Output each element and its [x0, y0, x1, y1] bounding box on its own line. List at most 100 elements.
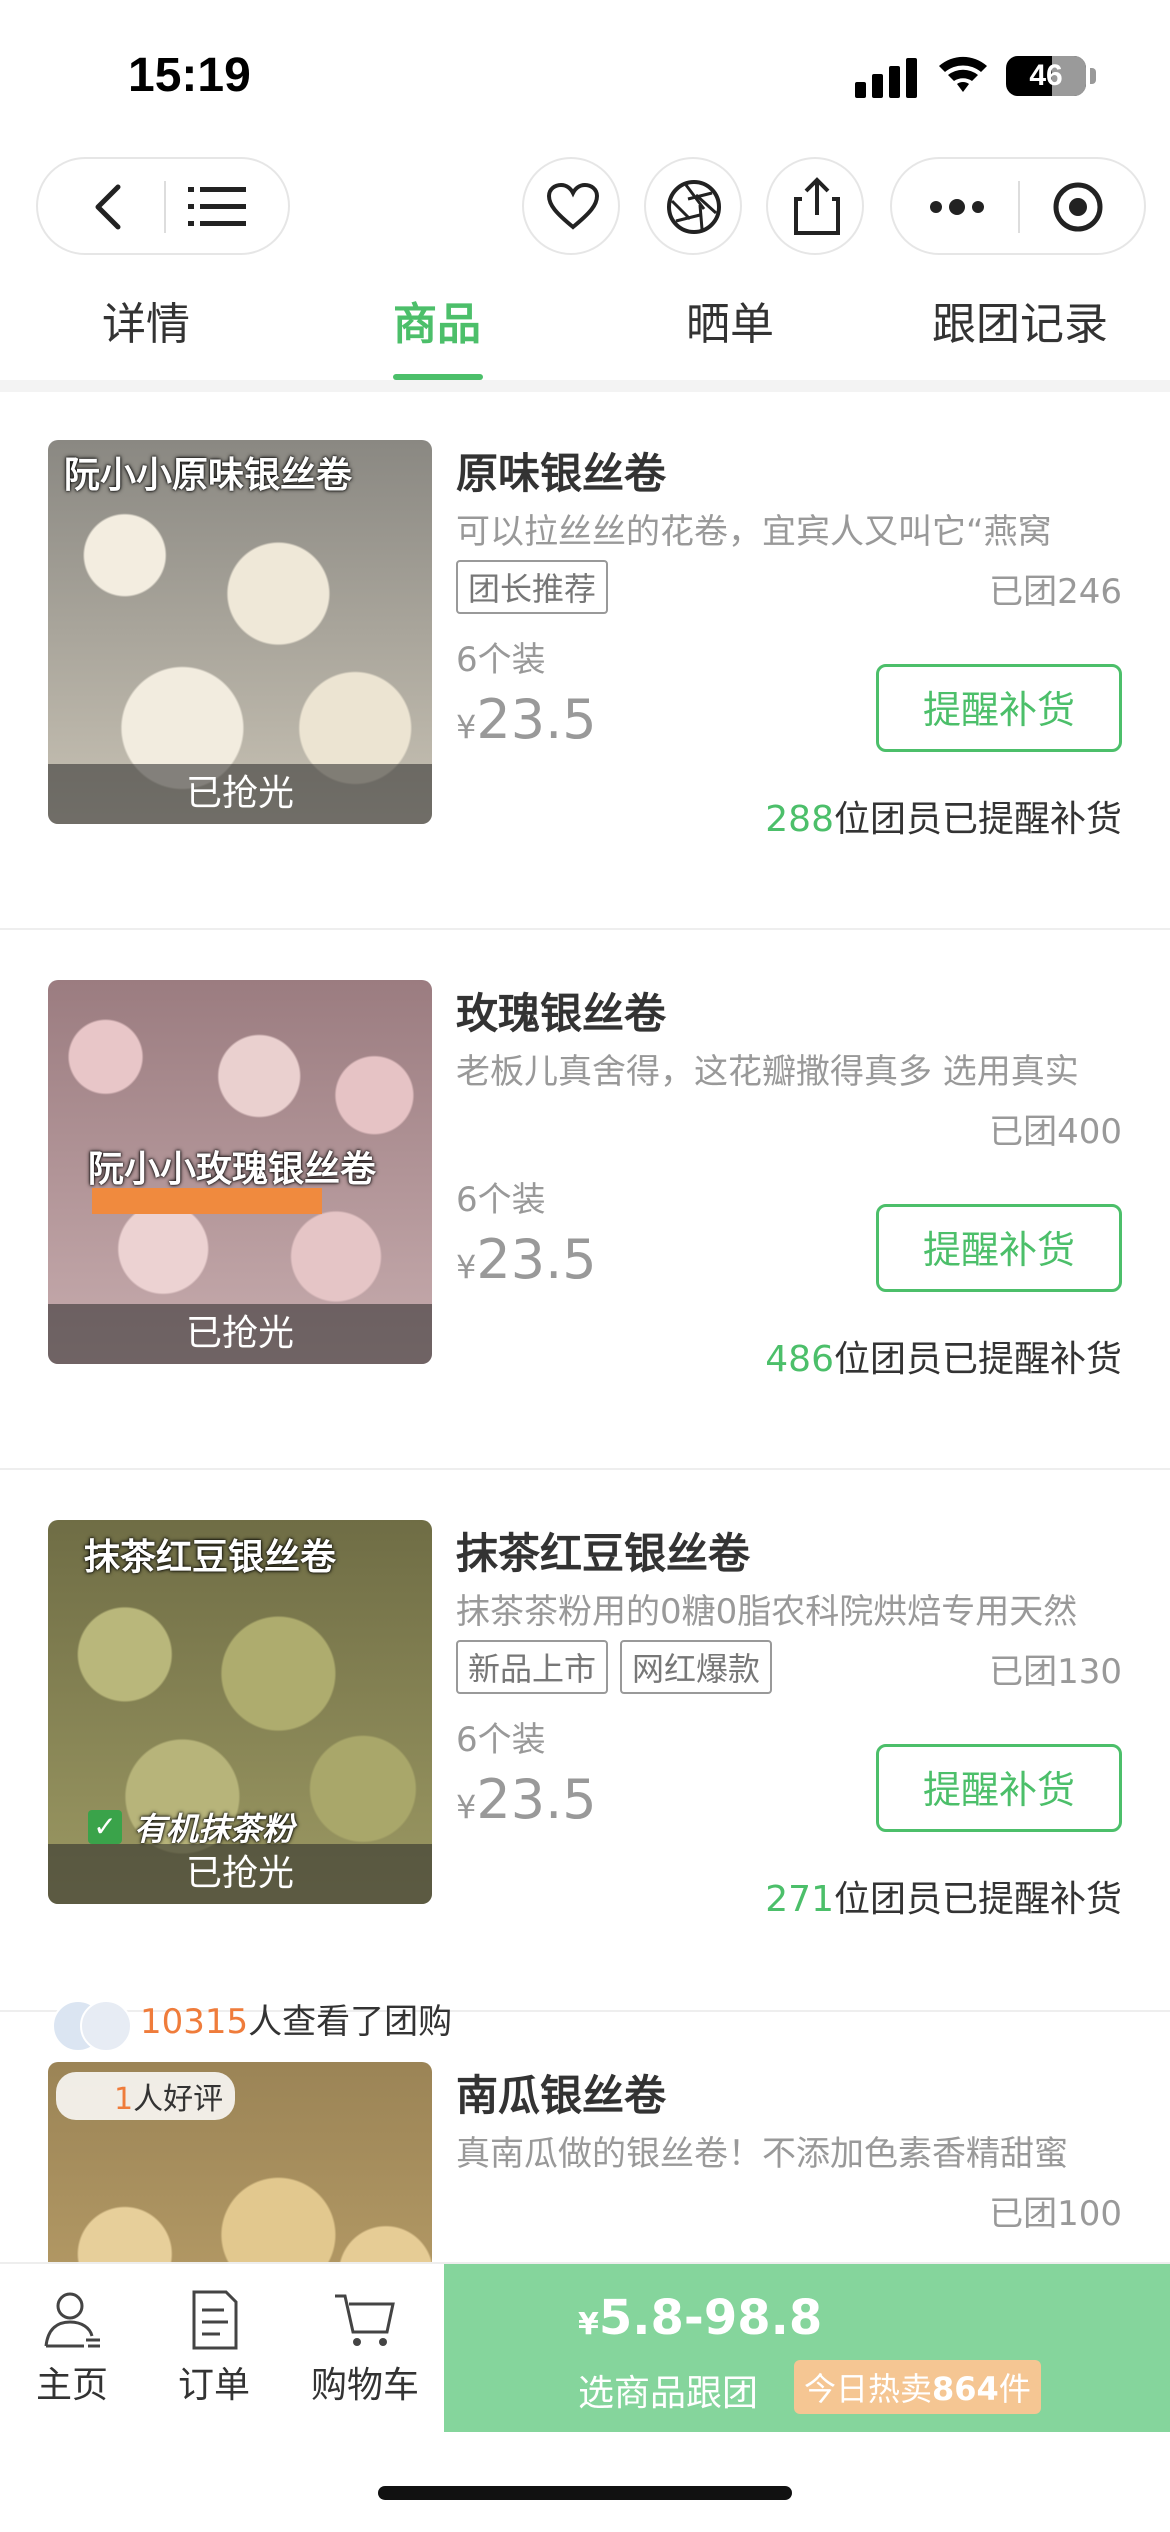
- tab-reviews[interactable]: 晒单: [686, 290, 774, 380]
- product-tags: 新品上市 网红爆款: [456, 1640, 784, 1694]
- remind-restock-button[interactable]: 提醒补货: [876, 1744, 1122, 1832]
- product-image[interactable]: 阮小小原味银丝卷 已抢光: [48, 440, 432, 824]
- product-image[interactable]: 抹茶红豆银丝卷 ✓ 有机抹茶粉 已抢光: [48, 1520, 432, 1904]
- nav-home[interactable]: 主页: [12, 2288, 132, 2408]
- group-count: 已团246: [989, 572, 1122, 612]
- review-badge: 1人好评: [56, 2072, 236, 2120]
- currency-symbol: ¥: [578, 2307, 599, 2342]
- product-description: 真南瓜做的银丝卷！不添加色素香精甜蜜: [456, 2134, 1068, 2174]
- product-card[interactable]: 抹茶红豆银丝卷 ✓ 有机抹茶粉 已抢光 抹茶红豆银丝卷 抹茶茶粉用的0糖0脂农科…: [0, 1472, 1170, 2012]
- hot-sale-badge: 今日热卖864件: [794, 2360, 1041, 2414]
- nav-orders-label: 订单: [177, 2365, 250, 2406]
- sold-out-label: 已抢光: [48, 764, 432, 824]
- reminded-number: 271: [765, 1879, 834, 1920]
- back-icon[interactable]: [88, 183, 128, 231]
- nav-home-label: 主页: [35, 2365, 108, 2406]
- nav-orders[interactable]: 订单: [154, 2288, 274, 2408]
- product-pack: 6个装: [456, 640, 546, 680]
- product-name: 南瓜银丝卷: [456, 2071, 667, 2120]
- status-time: 15:19: [128, 49, 251, 102]
- product-image[interactable]: 阮小小玫瑰银丝卷 已抢光: [48, 980, 432, 1364]
- sold-out-label: 已抢光: [48, 1844, 432, 1904]
- aperture-icon: [667, 180, 721, 234]
- product-card[interactable]: 1人好评 南瓜银丝卷 真南瓜做的银丝卷！不添加色素香精甜蜜 已团100: [0, 2014, 1170, 2262]
- top-nav: [0, 155, 1170, 255]
- reminded-count: 271位团员已提醒补货: [765, 1870, 1122, 1922]
- remind-restock-button[interactable]: 提醒补货: [876, 664, 1122, 752]
- remind-restock-button[interactable]: 提醒补货: [876, 1204, 1122, 1292]
- price-value: 23.5: [476, 688, 597, 751]
- home-indicator: [378, 2486, 792, 2500]
- cart-icon: [335, 2294, 395, 2346]
- review-text: 人好评: [133, 2082, 224, 2117]
- back-menu-capsule: [36, 157, 290, 255]
- product-card[interactable]: 阮小小原味银丝卷 已抢光 原味银丝卷 可以拉丝丝的花卷，宜宾人又叫它“燕窝 团长…: [0, 392, 1170, 932]
- join-group-button[interactable]: ¥5.8-98.8 选商品跟团 今日热卖864件: [444, 2264, 1170, 2432]
- product-tag: 新品上市: [456, 1640, 609, 1694]
- status-bar: 15:19 46: [0, 0, 1170, 150]
- bottom-bar: 主页 订单 购物车 ¥5.8-98.8 选商品跟团 今日热卖864件: [0, 2262, 1170, 2434]
- reminded-count: 486位团员已提醒补货: [765, 1330, 1122, 1382]
- hot-count: 864: [932, 2370, 999, 2408]
- group-count: 已团400: [989, 1112, 1122, 1152]
- currency-symbol: ¥: [456, 1788, 477, 1826]
- reminded-number: 288: [765, 799, 834, 840]
- tab-bar: 详情 商品 晒单 跟团记录: [0, 290, 1170, 380]
- tab-products[interactable]: 商品: [393, 290, 481, 380]
- tab-group-records[interactable]: 跟团记录: [932, 290, 1108, 380]
- price-range-value: 5.8-98.8: [598, 2290, 823, 2346]
- menu-list-icon[interactable]: [188, 185, 248, 229]
- product-name: 玫瑰银丝卷: [456, 989, 667, 1038]
- image-overlay-title: 阮小小玫瑰银丝卷: [88, 1149, 377, 1190]
- sold-out-label: 已抢光: [48, 1304, 432, 1364]
- divider: [0, 1468, 1170, 1470]
- highlight-bar: [92, 1188, 322, 1214]
- wifi-icon: [939, 56, 987, 92]
- image-overlay-title: 抹茶红豆银丝卷: [84, 1537, 337, 1578]
- reminded-text: 位团员已提醒补货: [833, 799, 1122, 840]
- record-icon[interactable]: [1052, 181, 1104, 233]
- share-button[interactable]: [766, 157, 864, 255]
- nav-cart-label: 购物车: [310, 2365, 419, 2406]
- section-divider: [0, 380, 1170, 392]
- home-icon: [44, 2292, 100, 2348]
- currency-symbol: ¥: [456, 1248, 477, 1286]
- reminded-count: 288位团员已提醒补货: [765, 790, 1122, 842]
- price-range: ¥5.8-98.8: [578, 2290, 822, 2346]
- nav-cart[interactable]: 购物车: [300, 2288, 430, 2408]
- product-price: ¥23.5: [456, 1768, 597, 1831]
- hot-suffix: 件: [998, 2370, 1031, 2408]
- more-dots-icon[interactable]: [928, 197, 986, 217]
- product-pack: 6个装: [456, 1720, 546, 1760]
- product-tag: 团长推荐: [456, 560, 609, 614]
- reminded-text: 位团员已提醒补货: [833, 1339, 1122, 1380]
- product-description: 老板儿真舍得，这花瓣撒得真多 选用真实: [456, 1052, 1079, 1092]
- share-icon: [794, 177, 840, 235]
- price-value: 23.5: [476, 1228, 597, 1291]
- battery-tip: [1090, 68, 1096, 84]
- product-description: 抹茶茶粉用的0糖0脂农科院烘焙专用天然: [456, 1592, 1078, 1632]
- currency-symbol: ¥: [456, 708, 477, 746]
- favorite-button[interactable]: [522, 157, 620, 255]
- price-value: 23.5: [476, 1768, 597, 1831]
- shutter-button[interactable]: [644, 157, 742, 255]
- review-count: 1: [114, 2082, 134, 2117]
- tab-details[interactable]: 详情: [102, 290, 190, 380]
- hot-prefix: 今日热卖: [804, 2370, 933, 2408]
- checkbox-icon: ✓: [88, 1810, 122, 1844]
- orders-icon: [192, 2290, 238, 2350]
- image-overlay-title: 阮小小原味银丝卷: [64, 455, 353, 496]
- group-count: 已团100: [989, 2194, 1122, 2234]
- more-capsule: [890, 157, 1146, 255]
- product-price: ¥23.5: [456, 688, 597, 751]
- product-pack: 6个装: [456, 1180, 546, 1220]
- product-tag: 网红爆款: [620, 1640, 773, 1694]
- product-card[interactable]: 阮小小玫瑰银丝卷 已抢光 玫瑰银丝卷 老板儿真舍得，这花瓣撒得真多 选用真实 已…: [0, 932, 1170, 1472]
- reminded-number: 486: [765, 1339, 834, 1380]
- product-image[interactable]: 1人好评: [48, 2062, 432, 2262]
- divider: [0, 928, 1170, 930]
- product-description: 可以拉丝丝的花卷，宜宾人又叫它“燕窝: [456, 512, 1052, 552]
- product-price: ¥23.5: [456, 1228, 597, 1291]
- battery-level: 46: [1029, 59, 1063, 92]
- join-group-label: 选商品跟团: [578, 2373, 759, 2414]
